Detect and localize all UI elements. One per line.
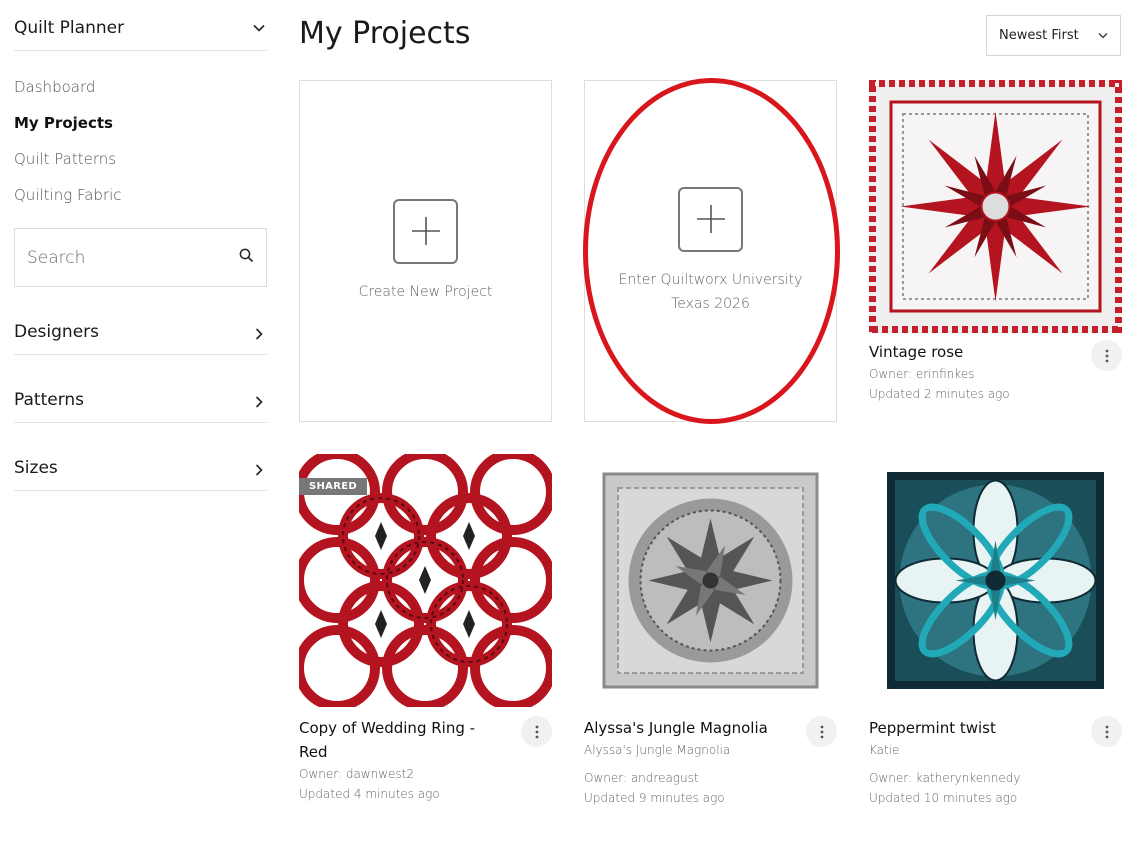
kebab-menu-icon[interactable] bbox=[806, 716, 837, 747]
search-input[interactable] bbox=[27, 247, 217, 268]
plus-icon bbox=[678, 186, 743, 252]
sort-dropdown[interactable]: Newest First bbox=[986, 15, 1121, 56]
chevron-down-icon bbox=[1098, 28, 1108, 43]
section-sizes[interactable]: Sizes bbox=[14, 423, 267, 491]
plus-icon bbox=[393, 198, 458, 264]
project-title[interactable]: Copy of Wedding Ring - Red bbox=[299, 716, 489, 764]
project-updated: Updated 4 minutes ago bbox=[299, 787, 440, 801]
project-card-wedding-ring: Copy of Wedding Ring - Red Owner: dawnwe… bbox=[299, 716, 552, 804]
section-patterns[interactable]: Patterns bbox=[14, 355, 267, 423]
project-title[interactable]: Vintage rose bbox=[869, 340, 1069, 364]
project-title[interactable]: Peppermint twist bbox=[869, 716, 1069, 740]
page-title: My Projects bbox=[299, 16, 471, 51]
sidebar-nav: Dashboard My Projects Quilt Patterns Qui… bbox=[14, 75, 267, 219]
enter-university-line2: Texas 2026 bbox=[671, 295, 750, 312]
create-new-project-label: Create New Project bbox=[358, 283, 493, 300]
project-card-jungle-magnolia: Alyssa's Jungle Magnolia Alyssa's Jungle… bbox=[584, 716, 837, 808]
sidebar-item-my-projects[interactable]: My Projects bbox=[14, 111, 267, 147]
enter-university-label: Enter Quiltworx University Texas 2026 bbox=[619, 268, 803, 316]
create-new-project-card[interactable]: Create New Project bbox=[299, 80, 552, 422]
section-designers[interactable]: Designers bbox=[14, 287, 267, 355]
project-thumbnail-jungle-magnolia[interactable] bbox=[584, 454, 837, 707]
chevron-right-icon bbox=[251, 394, 267, 410]
chevron-right-icon bbox=[251, 326, 267, 342]
search-box bbox=[14, 228, 267, 287]
project-owner: Owner: katherynkennedy bbox=[869, 771, 1021, 785]
project-owner: Owner: dawnwest2 bbox=[299, 767, 415, 781]
chevron-down-icon[interactable] bbox=[251, 20, 267, 36]
section-label: Sizes bbox=[14, 458, 58, 478]
project-subtitle: Alyssa's Jungle Magnolia bbox=[584, 743, 731, 757]
sidebar-item-dashboard[interactable]: Dashboard bbox=[14, 75, 267, 111]
project-updated: Updated 2 minutes ago bbox=[869, 387, 1010, 401]
project-title[interactable]: Alyssa's Jungle Magnolia bbox=[584, 716, 784, 740]
project-subtitle: Katie bbox=[869, 743, 900, 757]
sidebar-item-quilt-patterns[interactable]: Quilt Patterns bbox=[14, 147, 267, 183]
kebab-menu-icon[interactable] bbox=[1091, 340, 1122, 371]
project-thumbnail-wedding-ring[interactable]: SHARED bbox=[299, 454, 552, 707]
sort-value: Newest First bbox=[999, 28, 1079, 43]
project-card-vintage-rose: Vintage rose Owner: erinfinkes Updated 2… bbox=[869, 340, 1122, 404]
kebab-menu-icon[interactable] bbox=[521, 716, 552, 747]
project-owner: Owner: erinfinkes bbox=[869, 367, 975, 381]
sidebar-item-quilting-fabric[interactable]: Quilting Fabric bbox=[14, 183, 267, 219]
project-owner: Owner: andreagust bbox=[584, 771, 699, 785]
project-updated: Updated 9 minutes ago bbox=[584, 791, 725, 805]
project-thumbnail-peppermint-twist[interactable] bbox=[869, 454, 1122, 707]
sidebar-header[interactable]: Quilt Planner bbox=[14, 0, 267, 51]
enter-university-line1: Enter Quiltworx University bbox=[618, 271, 803, 288]
chevron-right-icon bbox=[251, 462, 267, 478]
shared-badge: SHARED bbox=[299, 478, 367, 495]
search-icon[interactable] bbox=[239, 248, 254, 267]
section-label: Designers bbox=[14, 322, 99, 342]
enter-quiltworx-university-card[interactable]: Enter Quiltworx University Texas 2026 bbox=[584, 80, 837, 422]
kebab-menu-icon[interactable] bbox=[1091, 716, 1122, 747]
project-updated: Updated 10 minutes ago bbox=[869, 791, 1018, 805]
section-label: Patterns bbox=[14, 390, 85, 410]
app-title: Quilt Planner bbox=[14, 18, 125, 38]
project-card-peppermint-twist: Peppermint twist Katie Owner: katherynke… bbox=[869, 716, 1122, 808]
project-thumbnail-vintage-rose[interactable] bbox=[869, 80, 1122, 333]
sidebar: Quilt Planner Dashboard My Projects Quil… bbox=[14, 0, 267, 491]
